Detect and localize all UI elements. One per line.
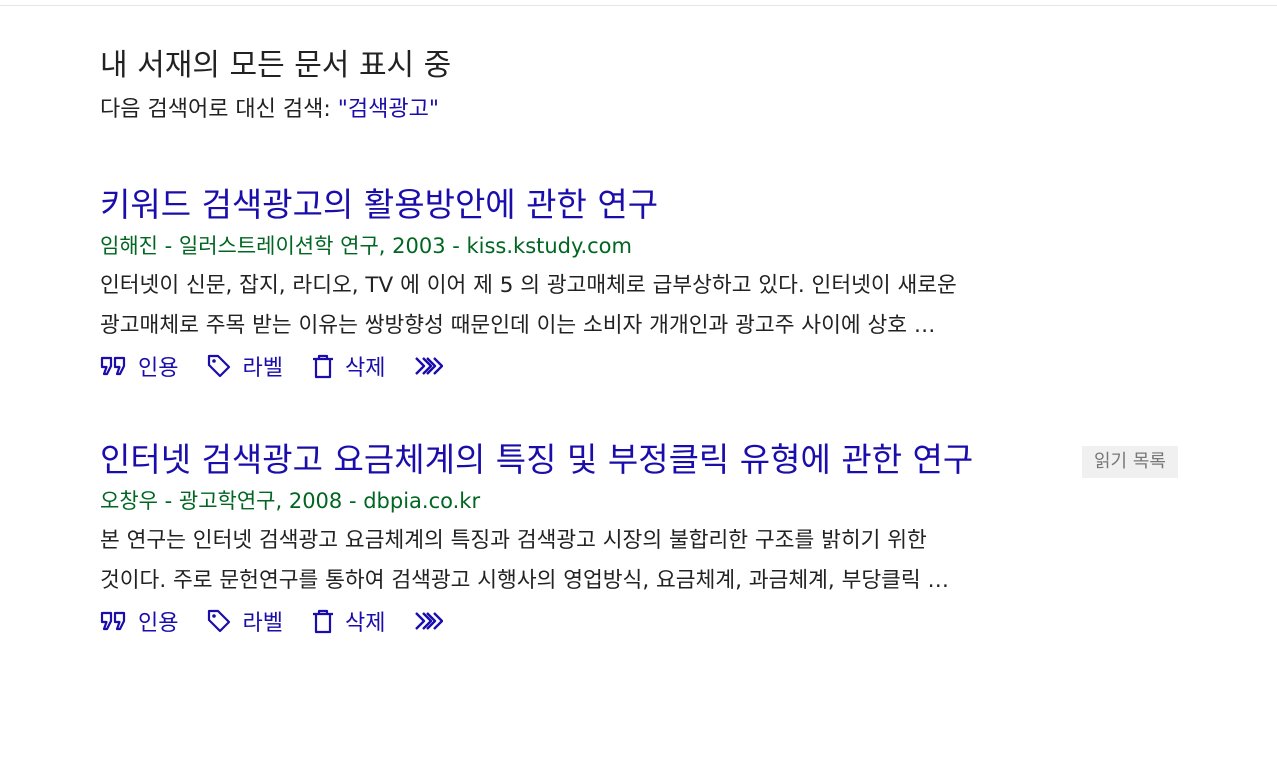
delete-label: 삭제 — [344, 356, 386, 381]
label-label: 라벨 — [242, 356, 283, 381]
trash-icon — [312, 609, 333, 634]
delete-button[interactable]: 삭제 — [311, 605, 385, 637]
delete-button[interactable]: 삭제 — [311, 350, 385, 382]
snippet-line: 인터넷이 신문, 잡지, 라디오, TV 에 이어 제 5 의 광고매체로 급부… — [100, 273, 957, 298]
result-item: 인터넷 검색광고 요금체계의 특징 및 부정클릭 유형에 관한 연구 읽기 목록… — [100, 437, 1200, 641]
delete-label: 삭제 — [344, 611, 386, 636]
snippet-line: 것이다. 주로 문헌연구를 통하여 검색광고 시행사의 영업방식, 요금체계, … — [100, 568, 950, 593]
result-meta: 오창우 - 광고학연구, 2008 - dbpia.co.kr — [100, 489, 481, 513]
result-actions: 인용 라벨 삭제 — [100, 346, 1200, 386]
label-button[interactable]: 라벨 — [206, 350, 283, 382]
double-chevron-right-icon — [415, 612, 444, 630]
result-title-row: 키워드 검색광고의 활용방안에 관한 연구 — [100, 182, 1200, 228]
snippet-line: 광고매체로 주목 받는 이유는 쌍방향성 때문인데 이는 소비자 개개인과 광고… — [100, 313, 936, 338]
trash-icon — [312, 354, 333, 379]
result-meta: 임해진 - 일러스트레이션학 연구, 2003 - kiss.kstudy.co… — [100, 234, 632, 258]
result-title-link[interactable]: 키워드 검색광고의 활용방안에 관한 연구 — [100, 182, 658, 228]
quote-icon — [100, 611, 126, 631]
snippet-line: 본 연구는 인터넷 검색광고 요금체계의 특징과 검색광고 시장의 불합리한 구… — [100, 528, 927, 553]
result-title-link[interactable]: 인터넷 검색광고 요금체계의 특징 및 부정클릭 유형에 관한 연구 — [100, 437, 973, 483]
result-actions: 인용 라벨 삭제 — [100, 601, 1200, 641]
double-chevron-right-icon — [415, 357, 444, 375]
more-button[interactable] — [413, 609, 444, 633]
result-snippet: 본 연구는 인터넷 검색광고 요금체계의 특징과 검색광고 시장의 불합리한 구… — [100, 521, 1200, 601]
reading-list-badge[interactable]: 읽기 목록 — [1082, 446, 1178, 478]
label-label: 라벨 — [242, 611, 283, 636]
page-title: 내 서재의 모든 문서 표시 중 — [100, 48, 452, 83]
search-instead-notice: 다음 검색어로 대신 검색: "검색광고" — [100, 94, 439, 126]
label-button[interactable]: 라벨 — [206, 605, 283, 637]
result-snippet: 인터넷이 신문, 잡지, 라디오, TV 에 이어 제 5 의 광고매체로 급부… — [100, 266, 1200, 346]
result-title-row: 인터넷 검색광고 요금체계의 특징 및 부정클릭 유형에 관한 연구 읽기 목록 — [100, 437, 1200, 483]
cite-label: 인용 — [138, 356, 179, 381]
tag-icon — [208, 354, 231, 378]
cite-label: 인용 — [138, 611, 179, 636]
search-instead-link[interactable]: "검색광고" — [338, 97, 439, 122]
cite-button[interactable]: 인용 — [100, 605, 178, 637]
cite-button[interactable]: 인용 — [100, 350, 178, 382]
search-instead-prefix: 다음 검색어로 대신 검색: — [100, 97, 338, 122]
quote-icon — [100, 356, 126, 376]
tag-icon — [208, 609, 231, 633]
top-divider — [0, 5, 1277, 6]
more-button[interactable] — [413, 354, 444, 378]
result-item: 키워드 검색광고의 활용방안에 관한 연구 임해진 - 일러스트레이션학 연구,… — [100, 182, 1200, 386]
